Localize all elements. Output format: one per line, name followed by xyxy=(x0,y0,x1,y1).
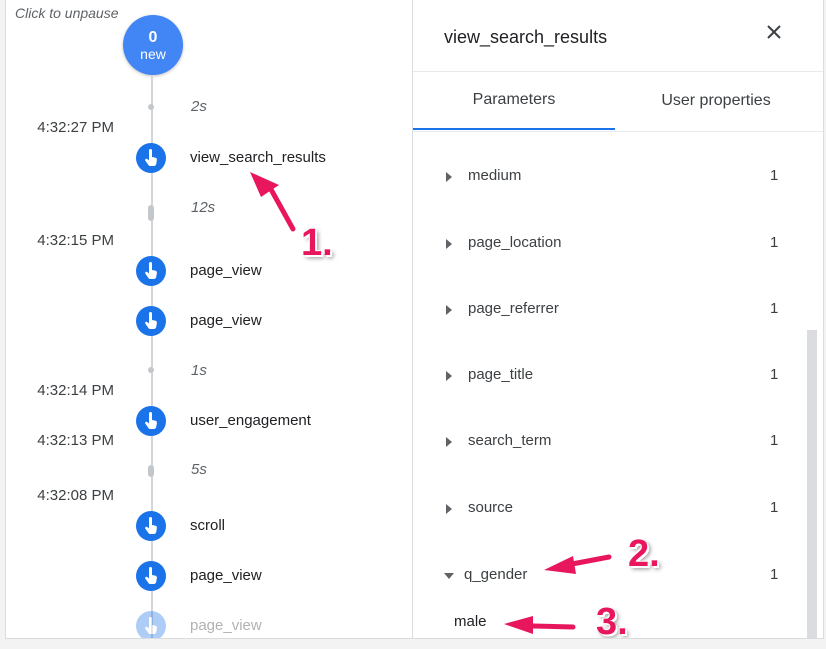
annotation-arrows xyxy=(250,172,612,634)
arrow-3 xyxy=(504,616,576,634)
arrow-1 xyxy=(250,172,296,232)
debugview-window: Click to unpause 0 new 2s 12s 1s 5s 4:32… xyxy=(5,0,824,639)
annotation-label-2: 2. xyxy=(628,533,660,575)
annotation-label-1: 1. xyxy=(301,222,333,264)
annotation-label-3: 3. xyxy=(596,601,628,639)
arrow-2 xyxy=(544,554,612,574)
